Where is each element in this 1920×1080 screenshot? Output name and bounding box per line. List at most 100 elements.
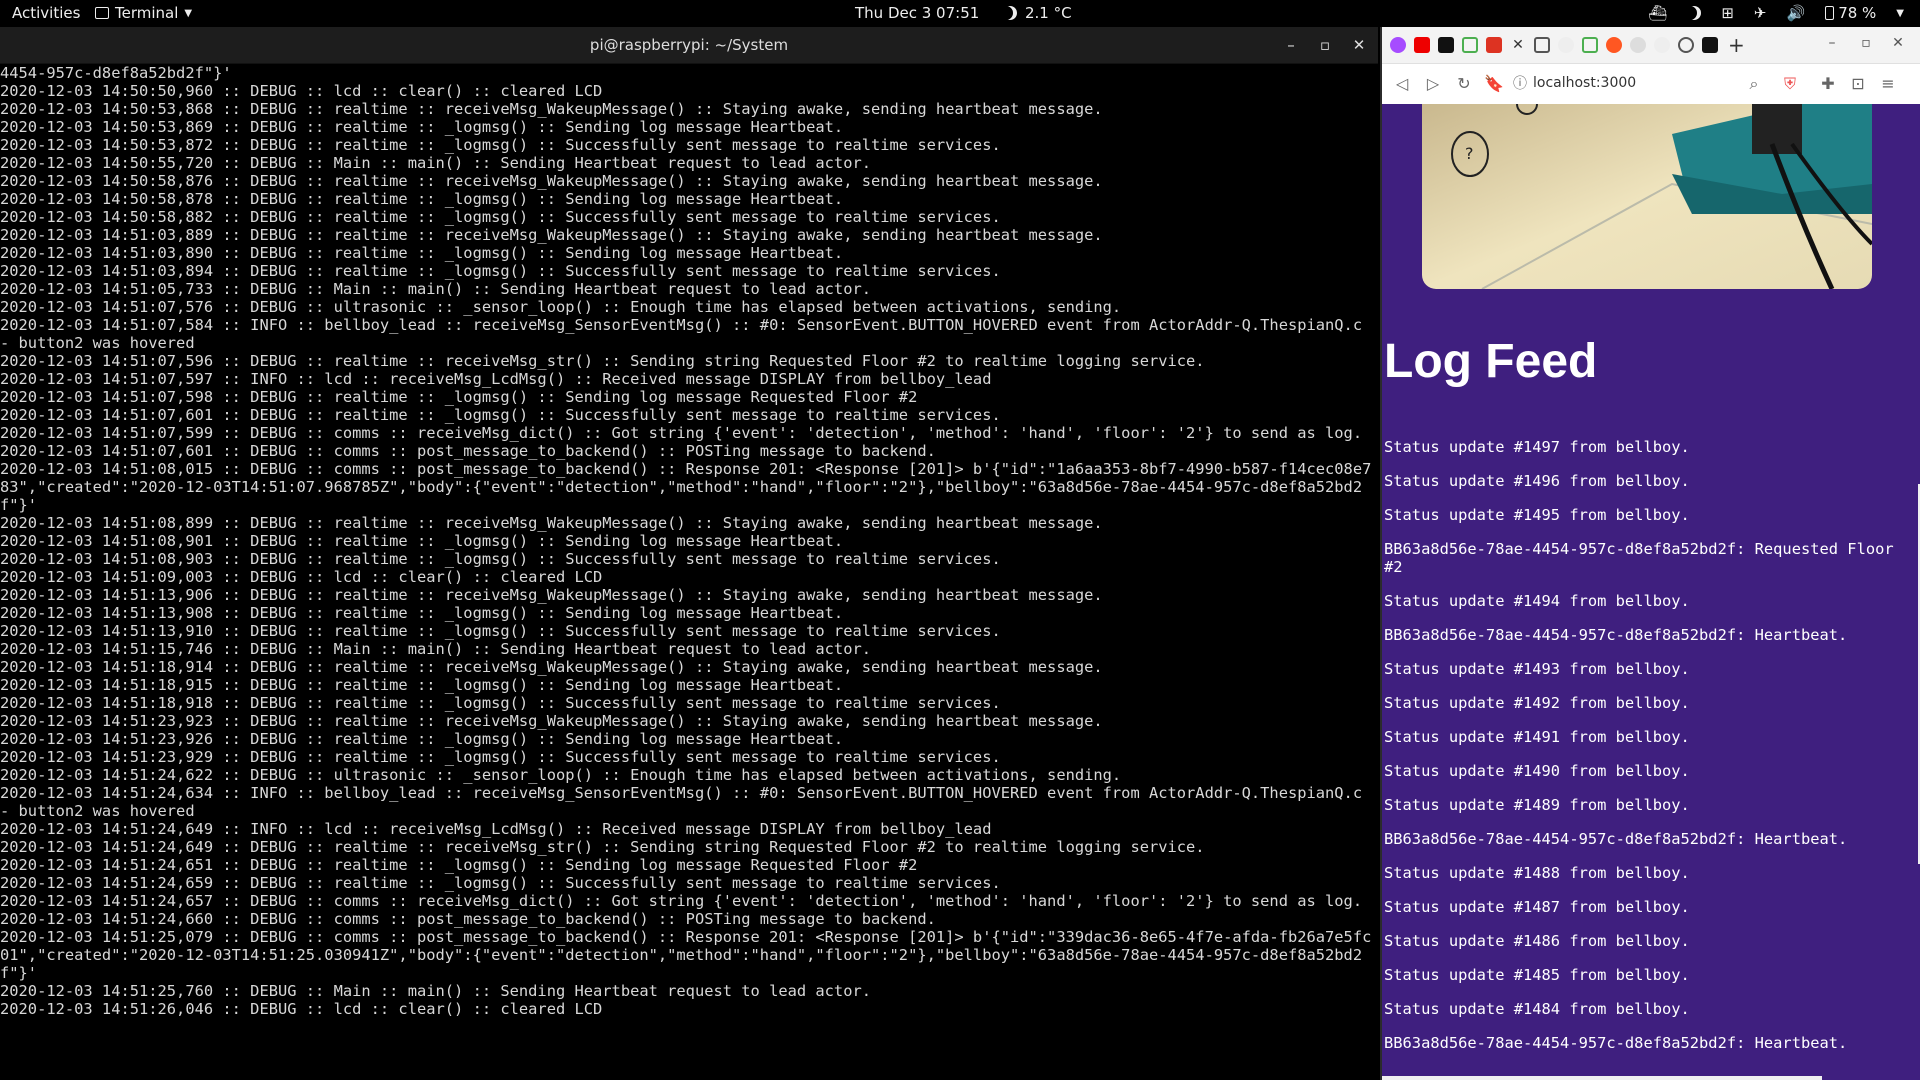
log-line: 2020-12-03 14:50:58,878 :: DEBUG :: real… bbox=[0, 190, 844, 208]
youtube-tab-icon[interactable] bbox=[1414, 37, 1430, 53]
log-line: 2020-12-03 14:51:08,901 :: DEBUG :: real… bbox=[0, 532, 844, 550]
terminal-output[interactable]: 4454-957c-d8ef8a52bd2f"}' 2020-12-03 14:5… bbox=[0, 64, 1378, 1080]
feed-item: Status update #1487 from bellboy. bbox=[1384, 898, 1690, 916]
feed-item: Status update #1496 from bellboy. bbox=[1384, 472, 1690, 490]
log-line: 2020-12-03 14:51:24,649 :: DEBUG :: real… bbox=[0, 838, 1205, 856]
log-line: 2020-12-03 14:50:58,876 :: DEBUG :: real… bbox=[0, 172, 1103, 190]
address-bar[interactable]: localhost:3000 bbox=[1533, 75, 1636, 91]
log-line: 2020-12-03 14:51:24,660 :: DEBUG :: comm… bbox=[0, 910, 936, 928]
browser-window[interactable]: ✕ + – ▫ ✕ ◁ ▷ ↻ 🔖 ⓘ localhost:3000 ⌕ ⛨ ✚… bbox=[1380, 27, 1920, 1080]
log-line: 2020-12-03 14:51:18,918 :: DEBUG :: real… bbox=[0, 694, 1001, 712]
log-line: 2020-12-03 14:51:08,899 :: DEBUG :: real… bbox=[0, 514, 1103, 532]
log-line: 2020-12-03 14:51:13,910 :: DEBUG :: real… bbox=[0, 622, 1001, 640]
log-feed: Status update #1497 from bellboy. Status … bbox=[1384, 438, 1904, 1068]
blank-tab-icon[interactable] bbox=[1558, 37, 1574, 53]
behance-tab-icon[interactable] bbox=[1438, 37, 1454, 53]
site-info-icon[interactable]: ⓘ bbox=[1510, 74, 1530, 94]
terminal-title: pi@raspberrypi: ~/System bbox=[589, 36, 789, 54]
log-line: 2020-12-03 14:50:50,960 :: DEBUG :: lcd … bbox=[0, 82, 603, 100]
feed-item: Status update #1489 from bellboy. bbox=[1384, 796, 1690, 814]
log-line: 2020-12-03 14:51:07,584 :: INFO :: bellb… bbox=[0, 316, 1372, 352]
orange-tab-icon[interactable] bbox=[1606, 37, 1622, 53]
check-tab-icon[interactable] bbox=[1582, 37, 1598, 53]
log-line: 2020-12-03 14:51:07,601 :: DEBUG :: comm… bbox=[0, 442, 936, 460]
feed-item: Status update #1492 from bellboy. bbox=[1384, 694, 1690, 712]
check-tab-icon[interactable] bbox=[1462, 37, 1478, 53]
log-line: 2020-12-03 14:51:23,926 :: DEBUG :: real… bbox=[0, 730, 844, 748]
close-button[interactable]: ✕ bbox=[1347, 33, 1371, 57]
reload-icon[interactable]: ↻ bbox=[1454, 74, 1474, 94]
feed-item: Status update #1486 from bellboy. bbox=[1384, 932, 1690, 950]
clock[interactable]: Thu Dec 3 07:51 bbox=[855, 4, 979, 22]
blank-tab-icon[interactable] bbox=[1654, 37, 1670, 53]
extensions-icon[interactable]: ✚ bbox=[1818, 74, 1838, 94]
log-line: 2020-12-03 14:51:07,576 :: DEBUG :: ultr… bbox=[0, 298, 1122, 316]
globe-tab-icon[interactable] bbox=[1678, 37, 1694, 53]
log-line: 2020-12-03 14:51:09,003 :: DEBUG :: lcd … bbox=[0, 568, 603, 586]
dark-tab-icon[interactable] bbox=[1702, 37, 1718, 53]
new-tab-icon[interactable]: + bbox=[1728, 35, 1745, 55]
forward-icon[interactable]: ▷ bbox=[1423, 74, 1443, 94]
feed-item: BB63a8d56e-78ae-4454-957c-d8ef8a52bd2f: … bbox=[1384, 830, 1848, 848]
temperature: 2.1 °C bbox=[1025, 4, 1072, 22]
log-line: 2020-12-03 14:51:03,890 :: DEBUG :: real… bbox=[0, 244, 844, 262]
log-line: 2020-12-03 14:51:07,597 :: INFO :: lcd :… bbox=[0, 370, 992, 388]
log-line: 2020-12-03 14:51:07,601 :: DEBUG :: real… bbox=[0, 406, 1001, 424]
log-line: 2020-12-03 14:51:24,657 :: DEBUG :: comm… bbox=[0, 892, 1363, 910]
log-line: 4454-957c-d8ef8a52bd2f"}' bbox=[0, 64, 232, 82]
log-line: 2020-12-03 14:51:23,929 :: DEBUG :: real… bbox=[0, 748, 1001, 766]
maximize-button[interactable]: ▫ bbox=[1856, 35, 1876, 51]
app-menu[interactable]: Terminal ▼ bbox=[95, 4, 192, 22]
terminal-icon bbox=[95, 7, 109, 19]
log-line: 2020-12-03 14:51:18,914 :: DEBUG :: real… bbox=[0, 658, 1103, 676]
chevron-down-icon: ▼ bbox=[184, 7, 193, 19]
loading-tab-icon[interactable] bbox=[1630, 37, 1646, 53]
log-line: 2020-12-03 14:51:25,760 :: DEBUG :: Main… bbox=[0, 982, 871, 1000]
browser-toolbar: ◁ ▷ ↻ 🔖 ⓘ localhost:3000 ⌕ ⛨ ✚ ⊡ ≡ bbox=[1382, 64, 1920, 105]
back-icon[interactable]: ◁ bbox=[1392, 74, 1412, 94]
status-area[interactable]: ⛴ ⊞ ✈ 🔊 78 % ▼ bbox=[1648, 4, 1904, 22]
log-line: 2020-12-03 14:51:24,634 :: INFO :: bellb… bbox=[0, 784, 1372, 820]
activities-button[interactable]: Activities bbox=[12, 4, 80, 22]
log-line: 2020-12-03 14:51:24,659 :: DEBUG :: real… bbox=[0, 874, 1001, 892]
log-line: 2020-12-03 14:50:58,882 :: DEBUG :: real… bbox=[0, 208, 1001, 226]
minimize-button[interactable]: – bbox=[1822, 35, 1842, 51]
network-icon: ⊞ bbox=[1721, 4, 1734, 22]
night-icon bbox=[1003, 6, 1017, 20]
log-line: 2020-12-03 14:51:07,596 :: DEBUG :: real… bbox=[0, 352, 1205, 370]
maximize-button[interactable]: ▫ bbox=[1313, 33, 1337, 57]
feed-item: BB63a8d56e-78ae-4454-957c-d8ef8a52bd2f: … bbox=[1384, 626, 1848, 644]
terminal-titlebar[interactable]: pi@raspberrypi: ~/System – ▫ ✕ bbox=[0, 27, 1378, 64]
feed-item: BB63a8d56e-78ae-4454-957c-d8ef8a52bd2f: … bbox=[1384, 540, 1894, 576]
terminal-window[interactable]: pi@raspberrypi: ~/System – ▫ ✕ 4454-957c… bbox=[0, 27, 1378, 1080]
feed-item: Status update #1497 from bellboy. bbox=[1384, 438, 1690, 456]
minimize-button[interactable]: – bbox=[1279, 33, 1303, 57]
log-line: 2020-12-03 14:51:23,923 :: DEBUG :: real… bbox=[0, 712, 1103, 730]
close-button[interactable]: ✕ bbox=[1888, 35, 1908, 51]
log-output: 4454-957c-d8ef8a52bd2f"}' 2020-12-03 14:5… bbox=[0, 64, 1372, 1018]
book-tab-icon[interactable] bbox=[1534, 37, 1550, 53]
camera-feed-image: ? bbox=[1422, 104, 1872, 289]
feed-item: Status update #1484 from bellboy. bbox=[1384, 1000, 1690, 1018]
brave-shield-icon[interactable]: ⛨ bbox=[1780, 74, 1800, 94]
horizontal-scrollbar[interactable] bbox=[1382, 1076, 1822, 1080]
log-line: 2020-12-03 14:51:24,649 :: INFO :: lcd :… bbox=[0, 820, 992, 838]
close-tab-icon[interactable]: ✕ bbox=[1510, 37, 1526, 53]
log-line: 2020-12-03 14:51:03,889 :: DEBUG :: real… bbox=[0, 226, 1103, 244]
battery-indicator: 78 % bbox=[1825, 4, 1876, 22]
tab-strip[interactable]: ✕ + – ▫ ✕ bbox=[1382, 27, 1920, 64]
weather-indicator[interactable]: 2.1 °C bbox=[1003, 4, 1072, 22]
log-line: 2020-12-03 14:51:05,733 :: DEBUG :: Main… bbox=[0, 280, 871, 298]
log-line: 2020-12-03 14:51:18,915 :: DEBUG :: real… bbox=[0, 676, 844, 694]
log-line: 2020-12-03 14:51:24,651 :: DEBUG :: real… bbox=[0, 856, 918, 874]
volume-icon: 🔊 bbox=[1786, 4, 1806, 22]
red-tab-icon[interactable] bbox=[1486, 37, 1502, 53]
log-line: 2020-12-03 14:51:08,015 :: DEBUG :: comm… bbox=[0, 460, 1372, 514]
menu-icon[interactable]: ≡ bbox=[1878, 74, 1898, 94]
log-line: 2020-12-03 14:51:13,906 :: DEBUG :: real… bbox=[0, 586, 1103, 604]
messenger-tab-icon[interactable] bbox=[1390, 37, 1406, 53]
cast-icon[interactable]: ⊡ bbox=[1848, 74, 1868, 94]
feed-item: Status update #1490 from bellboy. bbox=[1384, 762, 1690, 780]
bookmark-icon[interactable]: 🔖 bbox=[1484, 74, 1504, 94]
zoom-icon[interactable]: ⌕ bbox=[1744, 74, 1764, 94]
